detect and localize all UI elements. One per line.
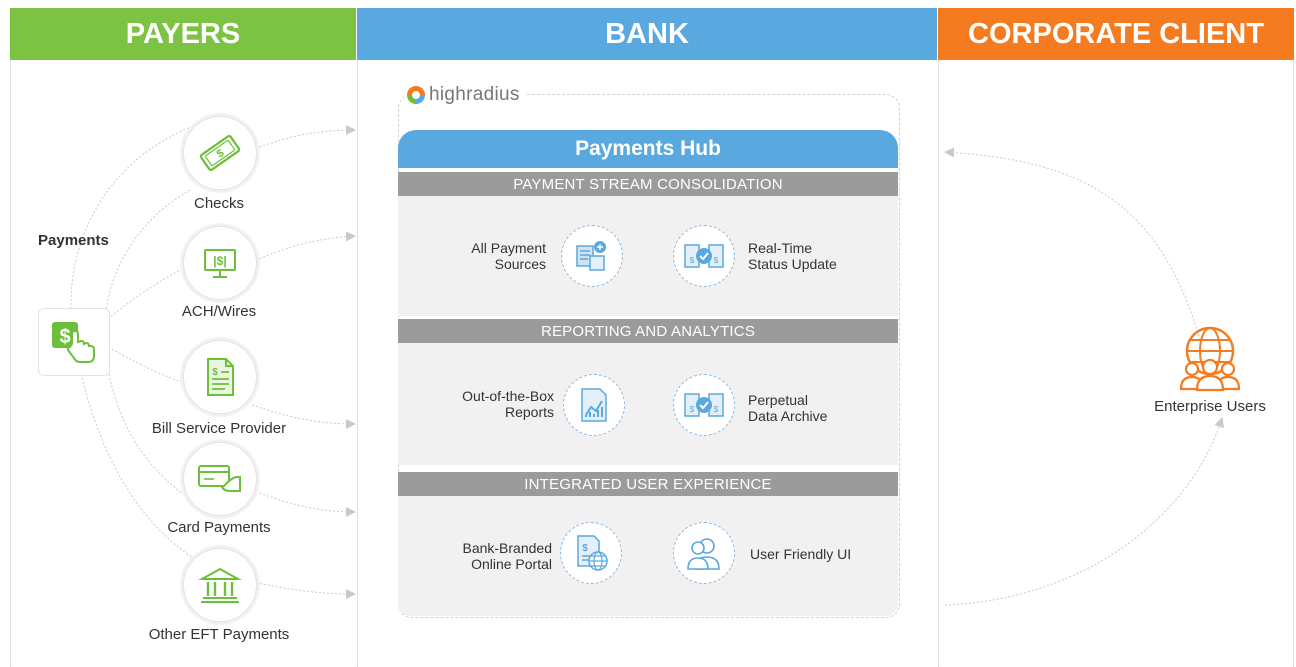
section-band-consolidation: PAYMENT STREAM CONSOLIDATION xyxy=(398,172,898,196)
sources-icon xyxy=(576,241,606,271)
arrow-to-hub xyxy=(944,147,1201,341)
payment-source-box: $ xyxy=(38,308,110,376)
payer-label-achwires: ACH/Wires xyxy=(181,303,257,320)
feature-label-line: All Payment xyxy=(471,240,546,256)
feature-label-line: User Friendly UI xyxy=(750,546,852,562)
highradius-logo: highradius xyxy=(404,82,526,108)
globe-users-icon xyxy=(1179,326,1241,392)
feature-label-line: Data Archive xyxy=(748,408,828,424)
svg-text:$: $ xyxy=(714,405,719,414)
feature-label-line: Sources xyxy=(494,256,546,272)
report-chart-icon xyxy=(581,388,607,422)
monitor-dollar-icon: |$| xyxy=(204,249,236,278)
arrow-eft xyxy=(251,581,356,599)
arrow-card xyxy=(251,489,356,517)
feature-label-line: Reports xyxy=(504,404,554,420)
users-icon xyxy=(687,538,720,570)
svg-text:$: $ xyxy=(714,256,719,265)
arrow-achwires xyxy=(251,231,356,263)
card-in-hand-icon xyxy=(198,465,241,492)
svg-text:$: $ xyxy=(212,367,218,378)
feature-label-line: Perpetual xyxy=(748,392,808,408)
svg-text:$: $ xyxy=(59,326,70,348)
status-check-icon: $ $ xyxy=(684,244,724,268)
feature-circle-all-sources xyxy=(561,225,623,287)
section-band-reporting: REPORTING AND ANALYTICS xyxy=(398,319,898,343)
feature-circle-portal: $ xyxy=(560,522,622,584)
feature-circle-archive: $ $ xyxy=(673,374,735,436)
dollar-tap-icon: $ xyxy=(52,322,95,363)
svg-text:$: $ xyxy=(582,543,588,554)
svg-text:$: $ xyxy=(215,147,227,160)
bank-building-icon xyxy=(198,567,242,603)
feature-label-line: Bank-Branded xyxy=(462,540,552,556)
feature-label-reports: Out-of-the-Box Reports xyxy=(420,388,554,420)
checks-circle: $ xyxy=(183,116,257,190)
cash-bill-icon: $ xyxy=(199,134,241,172)
enterprise-users-icon-wrap xyxy=(1170,322,1250,394)
feature-circle-user-friendly xyxy=(673,522,735,584)
enterprise-users-label: Enterprise Users xyxy=(1154,398,1266,415)
payer-label-checks: Checks xyxy=(193,195,245,212)
other-eft-circle xyxy=(183,548,257,622)
svg-text:|$|: |$| xyxy=(213,254,226,268)
payer-label-card: Card Payments xyxy=(167,519,271,536)
card-payments-circle xyxy=(183,442,257,516)
feature-circle-reports xyxy=(563,374,625,436)
payments-hub-title: Payments Hub xyxy=(398,130,898,168)
payer-label-bill: Bill Service Provider xyxy=(151,420,287,437)
feature-label-archive: Perpetual Data Archive xyxy=(748,392,888,424)
achwires-circle: |$| xyxy=(183,226,257,300)
section-band-user-experience: INTEGRATED USER EXPERIENCE xyxy=(398,472,898,496)
payments-label: Payments xyxy=(38,232,109,249)
archive-check-icon: $ $ xyxy=(684,393,724,417)
feature-label-real-time: Real-Time Status Update xyxy=(748,240,888,272)
document-dollar-icon: $ xyxy=(207,358,234,396)
feature-label-line: Real-Time xyxy=(748,240,813,256)
arrow-checks xyxy=(251,125,356,151)
link-to-bill xyxy=(104,344,191,386)
highradius-logo-text: highradius xyxy=(429,84,520,105)
portal-globe-icon: $ xyxy=(577,535,608,571)
feature-label-all-sources: All Payment Sources xyxy=(420,240,546,272)
svg-text:$: $ xyxy=(690,256,695,265)
feature-label-portal: Bank-Branded Online Portal xyxy=(420,540,552,572)
feature-label-line: Out-of-the-Box xyxy=(462,388,554,404)
feature-label-line: Online Portal xyxy=(471,556,552,572)
payer-label-eft: Other EFT Payments xyxy=(148,626,290,643)
highradius-logo-mark xyxy=(407,86,425,104)
arrow-to-enterprise xyxy=(944,417,1225,606)
feature-label-line: Status Update xyxy=(748,256,837,272)
feature-label-user-friendly: User Friendly UI xyxy=(750,546,890,562)
feature-circle-real-time: $ $ xyxy=(673,225,735,287)
svg-text:$: $ xyxy=(690,405,695,414)
bill-service-circle: $ xyxy=(183,340,257,414)
payers-inner-arc xyxy=(103,189,201,506)
